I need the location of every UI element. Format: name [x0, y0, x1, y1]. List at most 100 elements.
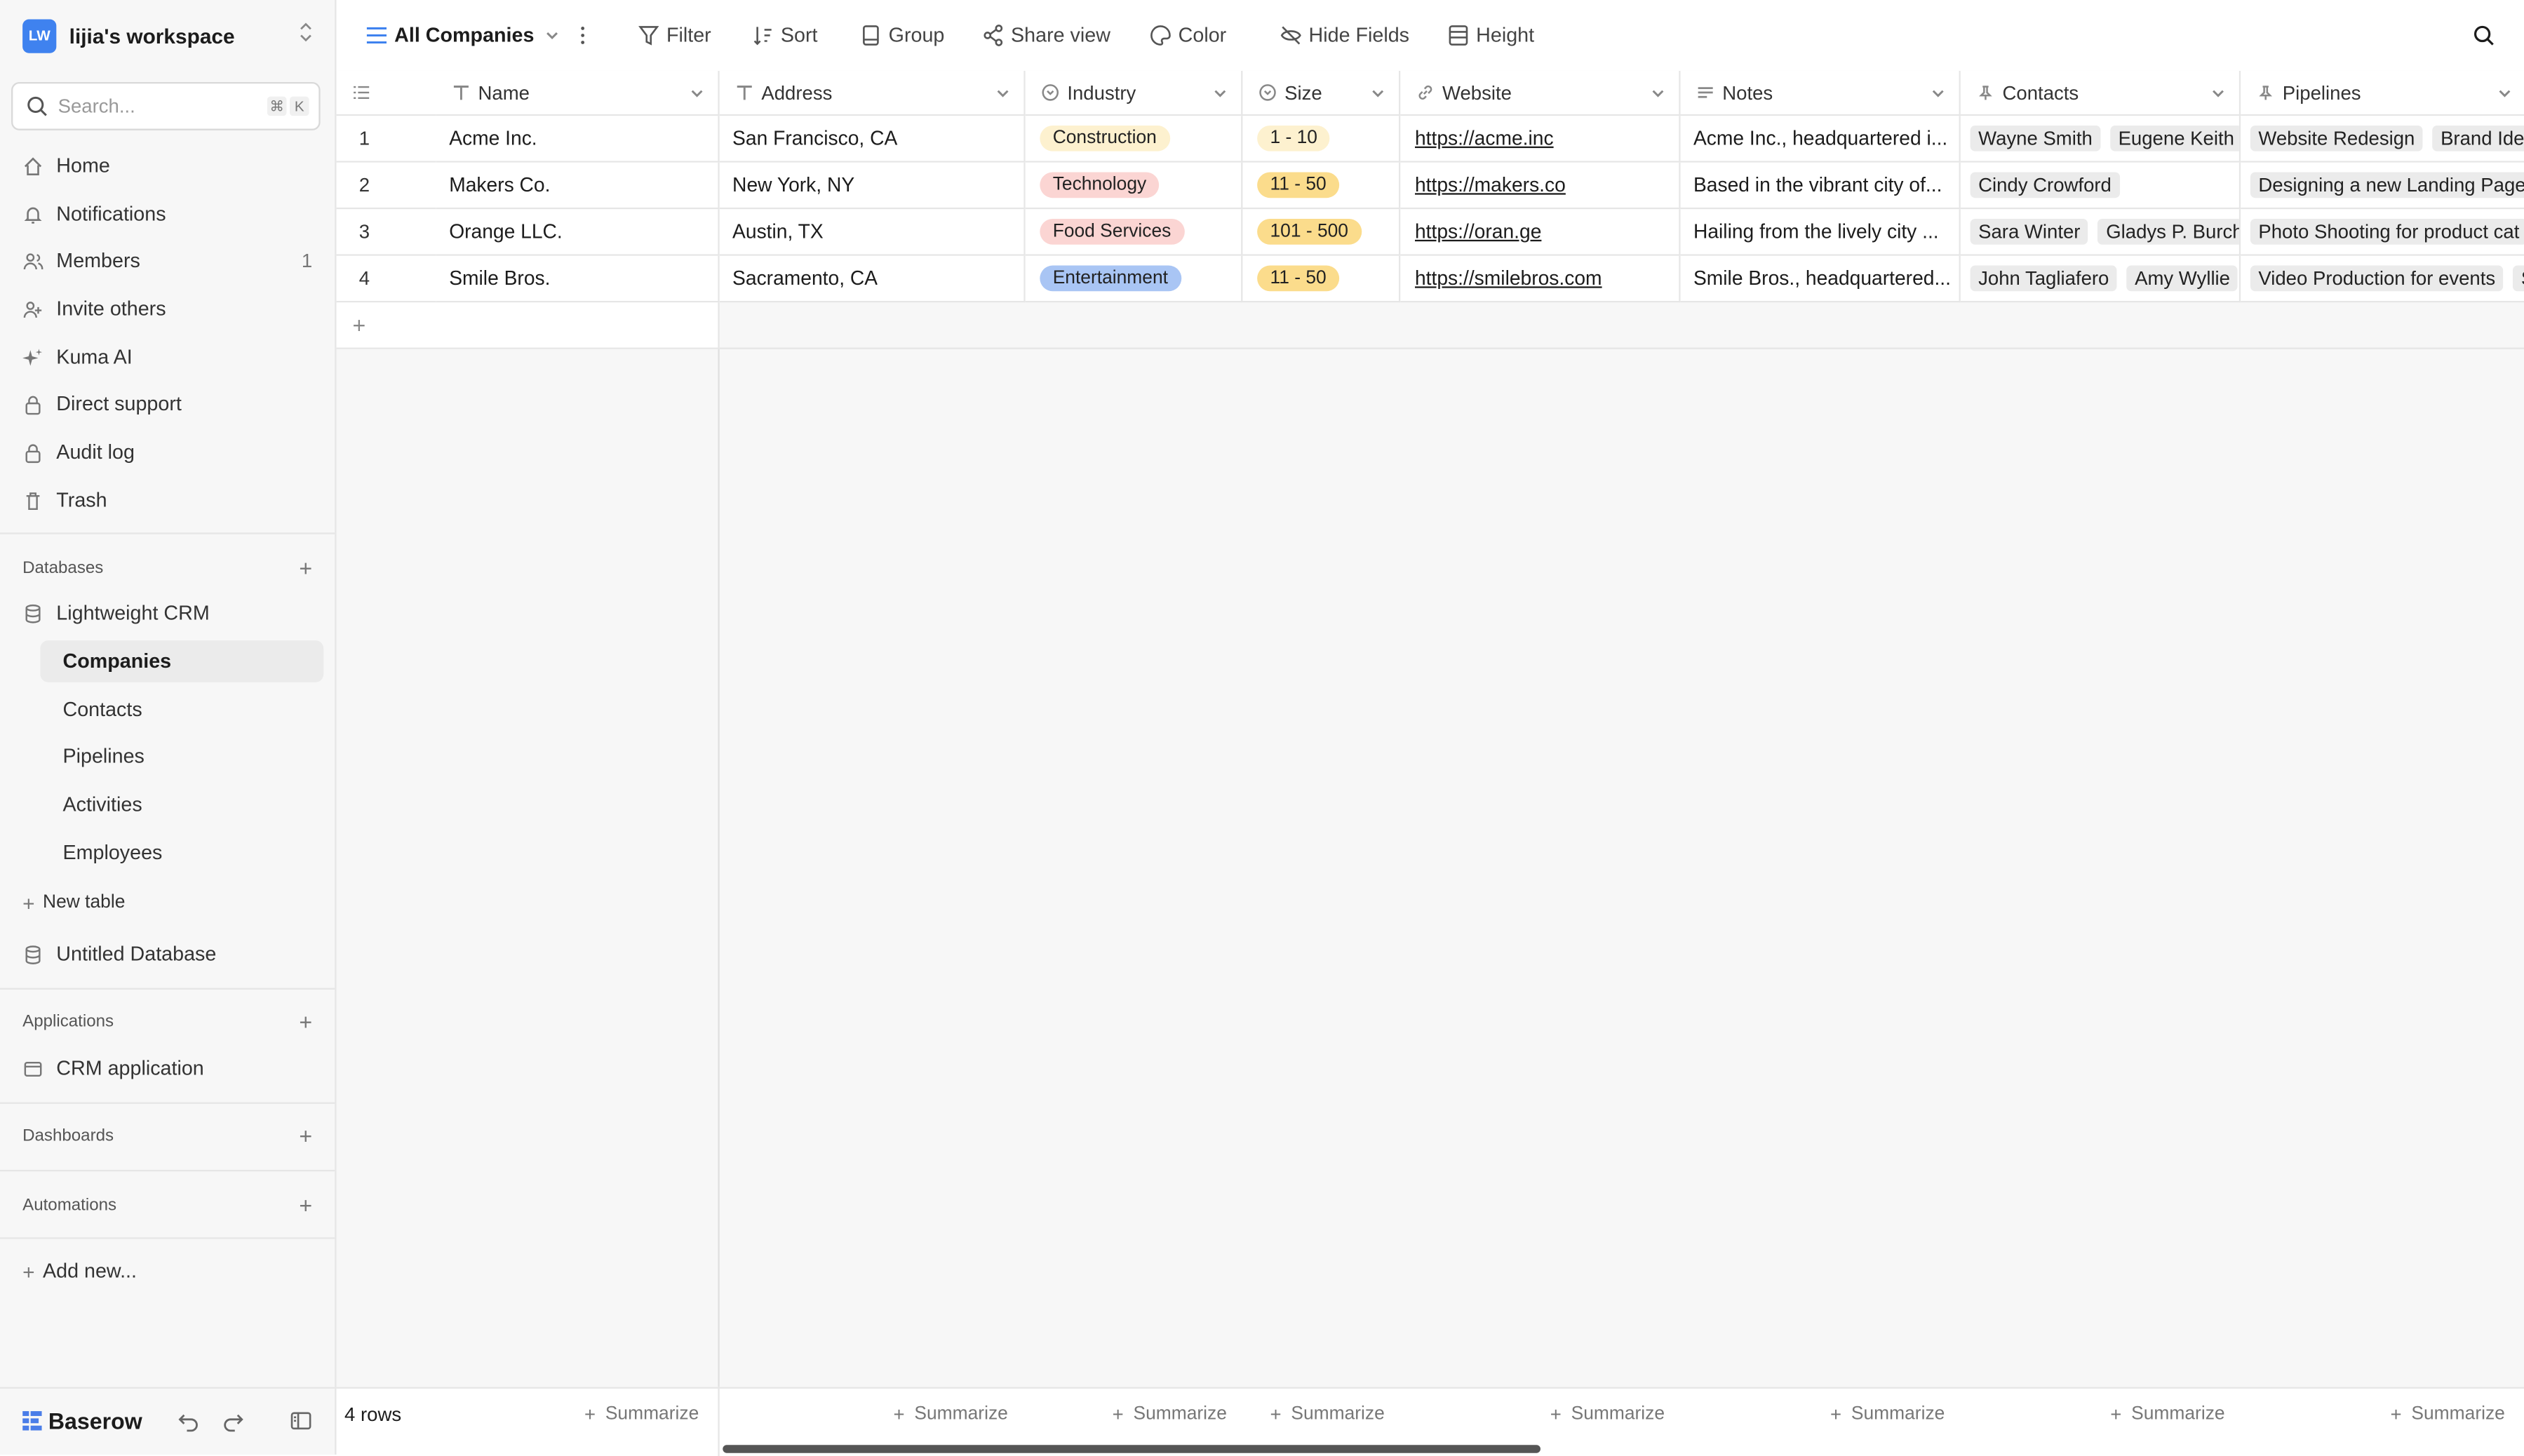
add-database-icon[interactable]: +: [299, 555, 312, 581]
cell-website[interactable]: https://smilebros.com: [1400, 255, 1681, 303]
cell-website[interactable]: https://acme.inc: [1400, 116, 1681, 163]
add-automation-icon[interactable]: +: [299, 1192, 312, 1218]
cell-pipelines[interactable]: Photo Shooting for product cat: [2241, 209, 2524, 256]
cell-contacts[interactable]: Wayne Smith Eugene Keith: [1960, 116, 2241, 163]
cell-pipelines[interactable]: Designing a new Landing Page: [2241, 162, 2524, 210]
chevron-down-icon[interactable]: [995, 86, 1011, 102]
cell-website[interactable]: https://makers.co: [1400, 162, 1681, 210]
cell-size[interactable]: 11 - 50: [1242, 162, 1401, 210]
cell-industry[interactable]: Construction: [1025, 116, 1243, 163]
add-application-icon[interactable]: +: [299, 1009, 312, 1034]
cell-address[interactable]: San Francisco, CA: [719, 116, 1026, 163]
cell-size[interactable]: 101 - 500: [1242, 209, 1401, 256]
column-header-contacts[interactable]: Contacts: [1960, 70, 2241, 116]
new-table-button[interactable]: + New table: [22, 884, 318, 922]
chevron-down-icon[interactable]: [689, 86, 705, 102]
cell-pipelines[interactable]: Website Redesign Brand Iden: [2241, 116, 2524, 163]
summarize-pipelines[interactable]: + Summarize: [2391, 1403, 2505, 1426]
summarize-website[interactable]: + Summarize: [1550, 1403, 1665, 1426]
undo-icon[interactable]: [177, 1410, 199, 1432]
cell-industry[interactable]: Entertainment: [1025, 255, 1243, 303]
workspace-switcher[interactable]: LW lijia's workspace: [22, 16, 312, 55]
chevron-down-icon[interactable]: [1650, 86, 1666, 102]
color-button[interactable]: Color: [1149, 21, 1226, 50]
pipeline-chip[interactable]: Photo Shooting for product cat: [2250, 219, 2524, 245]
add-new-button[interactable]: + Add new...: [22, 1252, 318, 1290]
view-more-button[interactable]: [575, 21, 597, 50]
view-selector[interactable]: All Companies: [365, 21, 566, 50]
pipeline-chip[interactable]: Video Production for events: [2250, 265, 2504, 292]
baserow-logo[interactable]: Baserow: [22, 1408, 142, 1434]
cell-industry[interactable]: Technology: [1025, 162, 1243, 210]
website-link[interactable]: https://makers.co: [1415, 174, 1566, 196]
nav-home[interactable]: Home: [22, 147, 318, 185]
cell-name[interactable]: Orange LLC.: [436, 209, 720, 256]
pipeline-chip[interactable]: Brand Iden: [2432, 125, 2524, 151]
cell-industry[interactable]: Food Services: [1025, 209, 1243, 256]
nav-members[interactable]: Members 1: [22, 241, 318, 280]
search-input[interactable]: Search... ⌘ K: [11, 82, 321, 130]
application-crm[interactable]: CRM application: [22, 1049, 318, 1088]
nav-notifications[interactable]: Notifications: [22, 195, 318, 234]
column-header-notes[interactable]: Notes: [1680, 70, 1961, 116]
cell-notes[interactable]: Based in the vibrant city of...: [1680, 162, 1961, 210]
column-header-industry[interactable]: Industry: [1025, 70, 1243, 116]
pipeline-chip[interactable]: Website Redesign: [2250, 125, 2423, 151]
website-link[interactable]: https://oran.ge: [1415, 220, 1541, 243]
contact-chip[interactable]: Cindy Crowford: [1970, 172, 2120, 198]
chevron-down-icon[interactable]: [1930, 86, 1946, 102]
nav-invite[interactable]: Invite others: [22, 290, 318, 328]
collapse-sidebar-icon[interactable]: [290, 1410, 312, 1432]
database-untitled[interactable]: Untitled Database: [22, 935, 318, 973]
filter-button[interactable]: Filter: [638, 21, 711, 50]
pipeline-chip[interactable]: Designing a new Landing Page: [2250, 172, 2524, 198]
cell-address[interactable]: New York, NY: [719, 162, 1026, 210]
contact-chip[interactable]: John Tagliafero: [1970, 265, 2117, 292]
column-header-pipelines[interactable]: Pipelines: [2241, 70, 2524, 116]
contact-chip[interactable]: Wayne Smith: [1970, 125, 2101, 151]
cell-name[interactable]: Makers Co.: [436, 162, 720, 210]
table-activities[interactable]: Activities: [40, 783, 323, 825]
column-header-website[interactable]: Website: [1400, 70, 1681, 116]
summarize-contacts[interactable]: + Summarize: [2110, 1403, 2224, 1426]
table-pipelines[interactable]: Pipelines: [40, 735, 323, 777]
summarize-address[interactable]: + Summarize: [894, 1403, 1008, 1426]
chevron-down-icon[interactable]: [1212, 86, 1228, 102]
nav-audit-log[interactable]: Audit log: [22, 433, 318, 471]
nav-kuma-ai[interactable]: Kuma AI: [22, 338, 318, 377]
contact-chip[interactable]: Eugene Keith: [2110, 125, 2239, 151]
database-lightweight-crm[interactable]: Lightweight CRM: [22, 594, 318, 633]
hide-fields-button[interactable]: Hide Fields: [1280, 21, 1409, 50]
chevron-updown-icon[interactable]: [300, 22, 312, 46]
cell-contacts[interactable]: Cindy Crowford: [1960, 162, 2241, 210]
cell-pipelines[interactable]: Video Production for events S: [2241, 255, 2524, 303]
table-contacts[interactable]: Contacts: [40, 689, 323, 731]
summarize-size[interactable]: + Summarize: [1270, 1403, 1384, 1426]
add-dashboard-icon[interactable]: +: [299, 1123, 312, 1149]
group-button[interactable]: Group: [859, 21, 944, 50]
cell-address[interactable]: Austin, TX: [719, 209, 1026, 256]
add-row-button[interactable]: +: [336, 302, 720, 349]
cell-size[interactable]: 1 - 10: [1242, 116, 1401, 163]
sort-button[interactable]: Sort: [752, 21, 818, 50]
search-button[interactable]: [2473, 21, 2502, 50]
column-header-address[interactable]: Address: [719, 70, 1026, 116]
website-link[interactable]: https://acme.inc: [1415, 127, 1554, 149]
table-companies[interactable]: Companies: [40, 640, 324, 682]
horizontal-scrollbar[interactable]: [723, 1445, 1540, 1453]
cell-size[interactable]: 11 - 50: [1242, 255, 1401, 303]
contact-chip[interactable]: Sara Winter: [1970, 219, 2088, 245]
chevron-down-icon[interactable]: [2497, 86, 2513, 102]
website-link[interactable]: https://smilebros.com: [1415, 267, 1602, 290]
table-employees[interactable]: Employees: [40, 832, 323, 874]
cell-contacts[interactable]: John Tagliafero Amy Wyllie: [1960, 255, 2241, 303]
column-header-name[interactable]: Name: [436, 70, 720, 116]
row-height-button[interactable]: Height: [1447, 21, 1534, 50]
summarize-name[interactable]: + Summarize: [584, 1403, 699, 1426]
contact-chip[interactable]: Amy Wyllie: [2126, 265, 2238, 292]
cell-name[interactable]: Smile Bros.: [436, 255, 720, 303]
redo-icon[interactable]: [222, 1410, 245, 1432]
nav-trash[interactable]: Trash: [22, 481, 318, 520]
column-header-size[interactable]: Size: [1242, 70, 1401, 116]
contact-chip[interactable]: Gladys P. Burchfi: [2097, 219, 2239, 245]
